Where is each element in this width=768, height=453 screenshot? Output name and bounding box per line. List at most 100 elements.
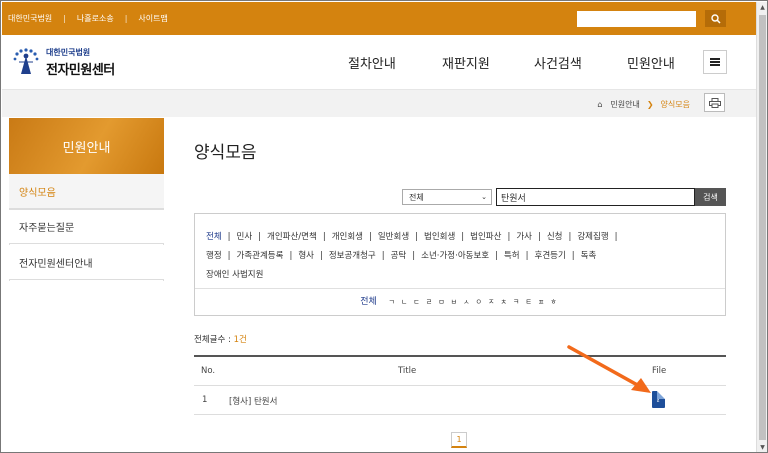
initial-item[interactable]: ㄹ xyxy=(426,298,432,306)
category-filter-box: 전체 | 민사 | 개인파산/면책 | 개인회생 | 일반회생 | 법인회생 | 법인파산 | 가사 | 신청 |… xyxy=(194,213,726,316)
search-button[interactable]: 검색 xyxy=(695,188,726,206)
search-category-select[interactable]: 전체 ⌄ xyxy=(402,189,492,205)
initial-item[interactable]: ㅌ xyxy=(525,298,531,306)
menu-button[interactable] xyxy=(703,50,727,74)
annotation-arrow-icon xyxy=(567,345,651,393)
category-separator: | xyxy=(289,251,293,261)
top-search-button[interactable] xyxy=(705,10,726,27)
category-item[interactable]: 가족관계등록 xyxy=(237,251,284,261)
category-item[interactable]: 형사 xyxy=(298,251,314,261)
initial-item[interactable]: ㅊ xyxy=(500,298,506,306)
category-separator: | xyxy=(507,232,511,242)
scroll-up-icon[interactable]: ▲ xyxy=(757,2,767,13)
nav-civil-guide[interactable]: 민원안내 xyxy=(627,53,675,72)
home-icon[interactable]: ⌂ xyxy=(597,100,602,109)
separator: | xyxy=(124,14,128,23)
category-item[interactable]: 가사 xyxy=(516,232,532,242)
initial-all[interactable]: 전체 xyxy=(360,297,377,307)
site-logo[interactable]: 대한민국법원 전자민원센터 xyxy=(11,47,115,78)
breadcrumb-civil-guide[interactable]: 민원안내 xyxy=(610,99,639,110)
category-separator: | xyxy=(319,251,323,261)
initial-item[interactable]: ㅋ xyxy=(513,298,519,306)
category-item[interactable]: 전체 xyxy=(206,232,222,242)
category-separator: | xyxy=(322,232,326,242)
chevron-down-icon: ⌄ xyxy=(481,193,487,201)
breadcrumb-current: 양식모음 xyxy=(660,100,690,109)
initial-item[interactable]: ㅂ xyxy=(451,298,457,306)
scroll-down-icon[interactable]: ▼ xyxy=(757,442,767,452)
category-separator: | xyxy=(258,232,262,242)
category-item[interactable]: 정보공개청구 xyxy=(329,251,376,261)
nav-procedure[interactable]: 절차안내 xyxy=(348,53,396,72)
header-title: Title xyxy=(398,366,417,376)
sidebar-item-faq[interactable]: 자주묻는질문 xyxy=(9,209,164,244)
category-item[interactable]: 장애인 사법지원 xyxy=(206,270,263,280)
top-links: 대한민국법원 | 나홀로소송 | 사이트맵 xyxy=(8,13,168,24)
sidebar-item-center-info[interactable]: 전자민원센터안내 xyxy=(9,245,164,280)
logo-text-court: 대한민국법원 xyxy=(46,48,91,57)
browser-viewport: 대한민국법원 | 나홀로소송 | 사이트맵 대한민국법원 전자민원센터 절차안내… xyxy=(0,0,768,453)
printer-icon xyxy=(708,97,721,108)
category-item[interactable]: 강제집행 xyxy=(577,232,608,242)
page-1-button[interactable]: 1 xyxy=(451,432,467,448)
sidebar-item-forms[interactable]: 양식모음 xyxy=(9,174,164,209)
nav-trial-support[interactable]: 재판지원 xyxy=(442,53,490,72)
category-item[interactable]: 신청 xyxy=(547,232,563,242)
breadcrumb: ⌂ 민원안내 ❯ 양식모음 xyxy=(597,99,690,110)
category-item[interactable]: 일반회생 xyxy=(378,232,409,242)
initial-item[interactable]: ㅇ xyxy=(476,298,482,306)
initial-item[interactable]: ㅎ xyxy=(550,298,556,306)
category-separator: | xyxy=(568,232,572,242)
category-item[interactable]: 행정 xyxy=(206,251,222,261)
category-item[interactable]: 민사 xyxy=(237,232,253,242)
category-separator: | xyxy=(368,232,372,242)
category-item[interactable]: 개인회생 xyxy=(332,232,363,242)
initial-item[interactable]: ㅈ xyxy=(488,298,494,306)
category-item[interactable]: 법인회생 xyxy=(424,232,455,242)
top-search-input[interactable] xyxy=(577,11,696,27)
print-button[interactable] xyxy=(704,93,725,112)
top-link-court[interactable]: 대한민국법원 xyxy=(8,13,52,24)
category-separator: | xyxy=(537,232,541,242)
category-item[interactable]: 법인파산 xyxy=(470,232,501,242)
total-count: 전체글수 : 1건 xyxy=(194,333,247,345)
court-logo-icon xyxy=(13,47,39,74)
category-separator: | xyxy=(227,232,231,242)
nav-case-search[interactable]: 사건검색 xyxy=(534,53,582,72)
category-list: 전체 | 민사 | 개인파산/면책 | 개인회생 | 일반회생 | 법인회생 | 법인파산 | 가사 | 신청 |… xyxy=(206,228,706,285)
initial-item[interactable]: ㅍ xyxy=(538,298,544,306)
search-input[interactable]: 탄원서 xyxy=(496,188,695,206)
hamburger-icon xyxy=(710,58,720,66)
category-item[interactable]: 공탁 xyxy=(391,251,407,261)
category-separator: | xyxy=(227,251,231,261)
sidebar-title: 민원안내 xyxy=(9,118,164,174)
category-item[interactable]: 후견등기 xyxy=(535,251,566,261)
category-item[interactable]: 독촉 xyxy=(581,251,597,261)
page-title: 양식모음 xyxy=(194,143,257,163)
count-label: 전체글수 : xyxy=(194,335,234,345)
logo-text-center: 전자민원센터 xyxy=(46,63,115,78)
initial-item[interactable]: ㅅ xyxy=(463,298,469,306)
category-item[interactable]: 특허 xyxy=(504,251,520,261)
initial-item[interactable]: ㅁ xyxy=(438,298,444,306)
initial-item[interactable]: ㄴ xyxy=(401,298,407,306)
initial-item[interactable]: ㄱ xyxy=(388,298,394,306)
category-separator: | xyxy=(495,251,498,261)
vertical-scrollbar[interactable]: ▲ ▼ xyxy=(756,2,767,452)
breadcrumb-band: ⌂ 민원안내 ❯ 양식모음 xyxy=(2,89,756,117)
row-title[interactable]: [형사] 탄원서 xyxy=(229,395,277,407)
top-link-sitemap[interactable]: 사이트맵 xyxy=(138,13,167,24)
category-item[interactable]: 소년·가정·아동보호 xyxy=(421,251,489,261)
top-utility-bar: 대한민국법원 | 나홀로소송 | 사이트맵 xyxy=(2,2,756,35)
category-separator: | xyxy=(412,251,416,261)
top-link-self-litigation[interactable]: 나홀로소송 xyxy=(77,13,114,24)
category-item[interactable]: 개인파산/면책 xyxy=(267,232,317,242)
category-separator: | xyxy=(415,232,419,242)
scroll-thumb[interactable] xyxy=(759,15,766,440)
initial-filter: 전체 ㄱㄴㄷㄹㅁㅂㅅㅇㅈㅊㅋㅌㅍㅎ xyxy=(195,294,725,307)
category-separator: | xyxy=(525,251,529,261)
row-no: 1 xyxy=(202,395,208,405)
breadcrumb-arrow-icon: ❯ xyxy=(646,100,654,109)
initial-item[interactable]: ㄷ xyxy=(413,298,419,306)
separator: | xyxy=(63,14,66,23)
